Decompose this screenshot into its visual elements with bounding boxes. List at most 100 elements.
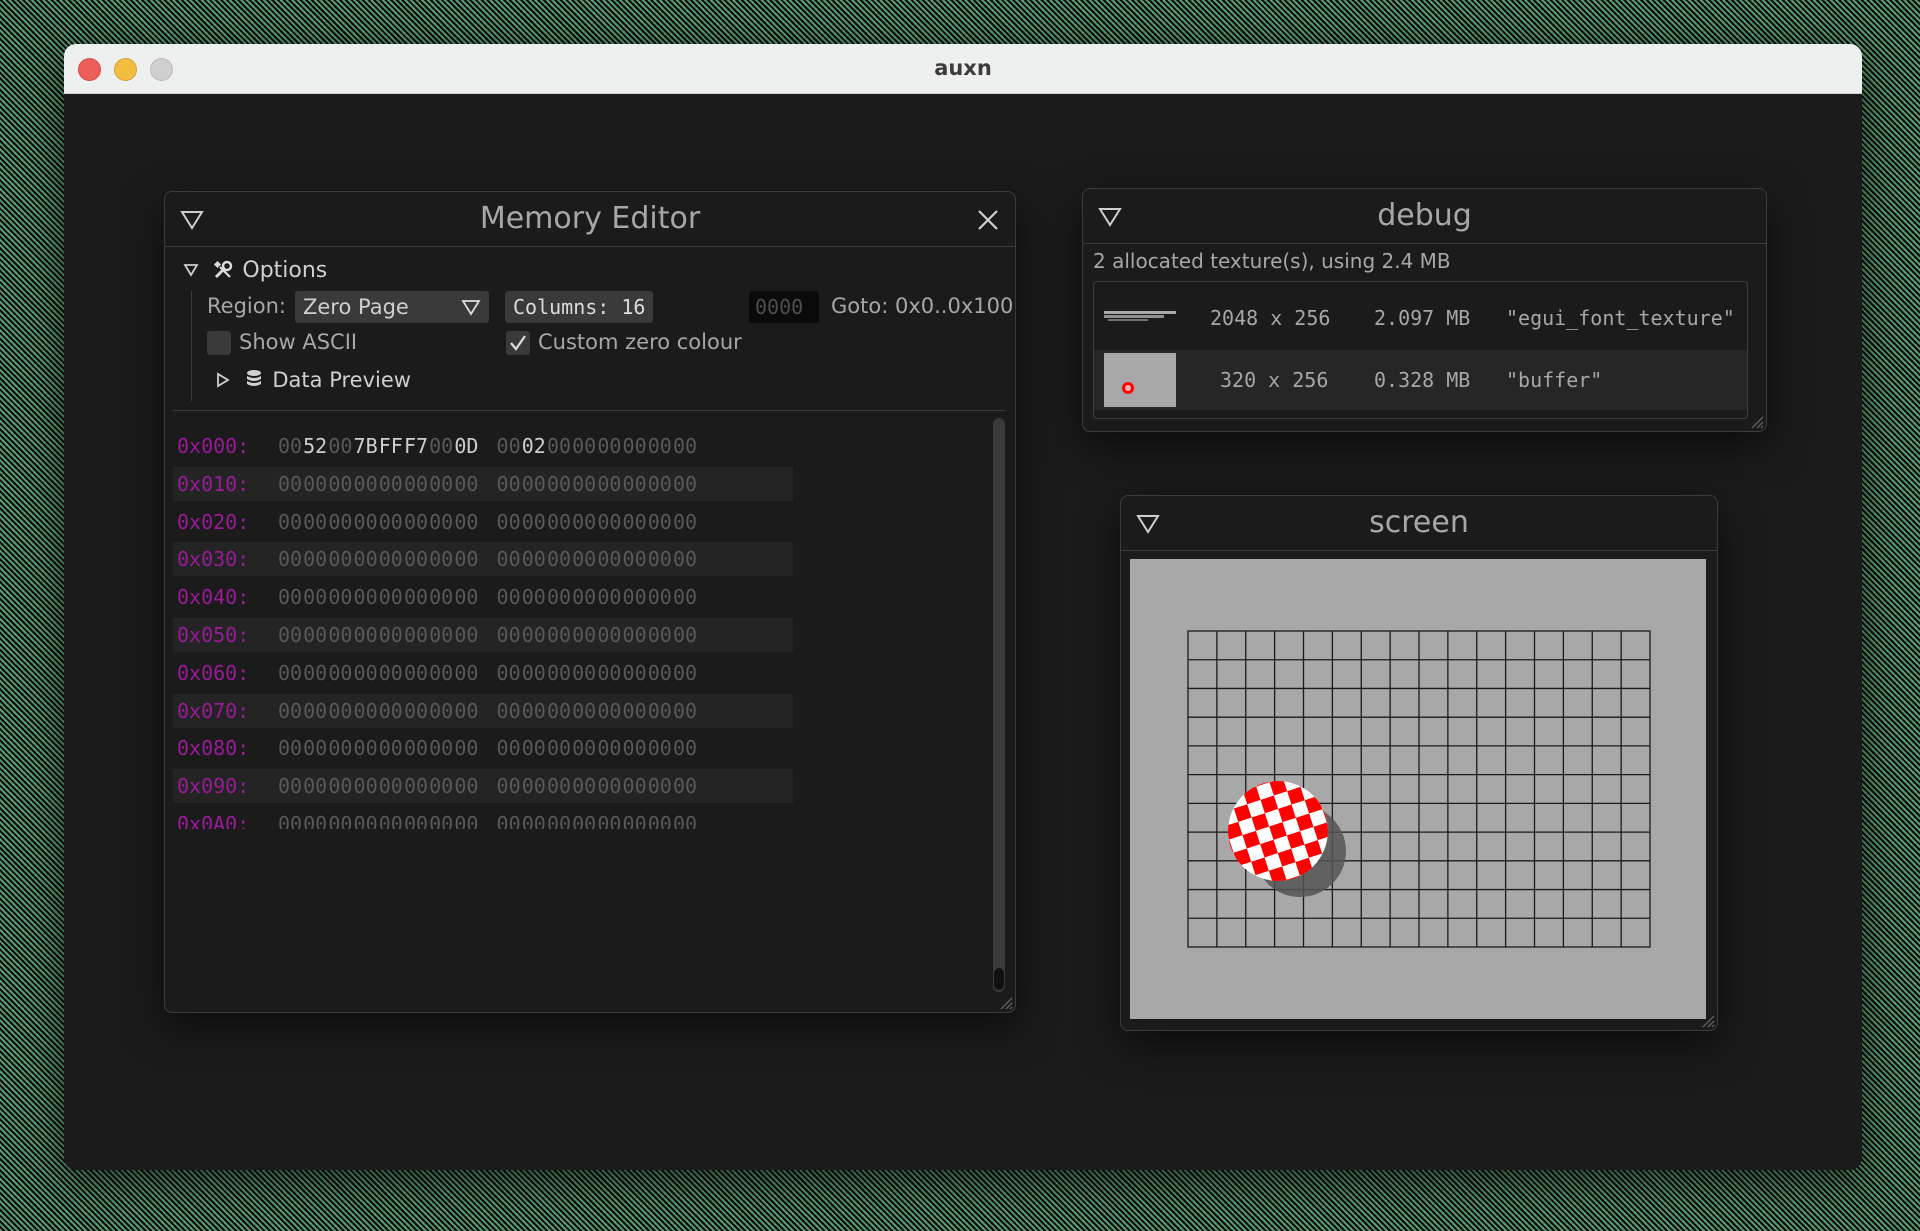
hex-byte[interactable]: 00: [672, 807, 698, 829]
hex-byte[interactable]: 00: [378, 694, 404, 728]
hex-byte[interactable]: 00: [302, 618, 328, 652]
hex-byte[interactable]: 00: [496, 505, 522, 539]
hex-scrollbar-thumb[interactable]: [994, 968, 1004, 990]
hex-byte[interactable]: 00: [521, 542, 547, 576]
options-collapsing-header[interactable]: Options: [183, 257, 327, 283]
hex-byte[interactable]: 00: [596, 694, 622, 728]
show-ascii-checkbox[interactable]: [207, 331, 231, 355]
hex-byte[interactable]: 00: [302, 807, 328, 829]
hex-byte[interactable]: 00: [596, 807, 622, 829]
hex-byte[interactable]: 00: [302, 656, 328, 690]
hex-byte[interactable]: 00: [496, 429, 522, 463]
hex-byte[interactable]: 00: [453, 505, 479, 539]
hex-byte[interactable]: 00: [672, 467, 698, 501]
hex-byte[interactable]: 00: [521, 656, 547, 690]
hex-byte[interactable]: 00: [403, 807, 429, 829]
hex-byte[interactable]: 00: [647, 542, 673, 576]
hex-byte[interactable]: 00: [622, 429, 648, 463]
hex-byte[interactable]: 00: [672, 429, 698, 463]
hex-byte[interactable]: 00: [596, 505, 622, 539]
hex-byte[interactable]: 00: [428, 429, 454, 463]
hex-byte[interactable]: 00: [647, 505, 673, 539]
hex-byte[interactable]: 00: [571, 731, 597, 765]
hex-byte[interactable]: 00: [353, 769, 379, 803]
hex-byte[interactable]: 00: [521, 694, 547, 728]
hex-byte[interactable]: 00: [672, 542, 698, 576]
hex-byte[interactable]: 00: [378, 542, 404, 576]
hex-scrollbar[interactable]: [993, 418, 1005, 992]
hex-byte[interactable]: 00: [546, 731, 572, 765]
debug-header[interactable]: debug: [1083, 189, 1766, 244]
hex-byte[interactable]: 0D: [453, 429, 479, 463]
hex-byte[interactable]: 00: [428, 731, 454, 765]
hex-byte[interactable]: 00: [546, 429, 572, 463]
hex-byte[interactable]: 00: [622, 769, 648, 803]
hex-byte[interactable]: 00: [622, 618, 648, 652]
hex-byte[interactable]: 00: [496, 618, 522, 652]
hex-byte[interactable]: 00: [647, 694, 673, 728]
hex-byte[interactable]: 00: [327, 467, 353, 501]
hex-byte[interactable]: 52: [302, 429, 328, 463]
hex-byte[interactable]: 00: [302, 467, 328, 501]
hex-byte[interactable]: 00: [672, 694, 698, 728]
hex-byte[interactable]: 00: [496, 807, 522, 829]
hex-byte[interactable]: 00: [353, 694, 379, 728]
hex-byte[interactable]: 00: [378, 467, 404, 501]
hex-byte[interactable]: 00: [647, 731, 673, 765]
emulator-screen[interactable]: [1130, 559, 1706, 1019]
hex-byte[interactable]: 00: [453, 467, 479, 501]
goto-address-input[interactable]: 0000: [749, 291, 819, 323]
hex-byte[interactable]: 00: [403, 618, 429, 652]
hex-byte[interactable]: 00: [327, 769, 353, 803]
hex-byte[interactable]: 00: [277, 807, 303, 829]
hex-byte[interactable]: 00: [428, 505, 454, 539]
hex-byte[interactable]: 00: [521, 505, 547, 539]
hex-byte[interactable]: 00: [453, 656, 479, 690]
region-combobox[interactable]: Zero Page: [295, 291, 489, 323]
hex-byte[interactable]: 00: [496, 467, 522, 501]
hex-byte[interactable]: 00: [302, 505, 328, 539]
hex-byte[interactable]: 00: [546, 542, 572, 576]
hex-byte[interactable]: 00: [647, 429, 673, 463]
resize-grip-icon[interactable]: [1699, 1012, 1715, 1028]
hex-byte[interactable]: 00: [546, 467, 572, 501]
hex-byte[interactable]: 00: [327, 807, 353, 829]
hex-byte[interactable]: 00: [327, 505, 353, 539]
hex-byte[interactable]: 00: [327, 656, 353, 690]
hex-byte[interactable]: 00: [596, 580, 622, 614]
hex-byte[interactable]: 00: [521, 618, 547, 652]
hex-byte[interactable]: 00: [378, 656, 404, 690]
hex-byte[interactable]: 00: [353, 467, 379, 501]
hex-byte[interactable]: 00: [546, 656, 572, 690]
hex-byte[interactable]: 00: [571, 467, 597, 501]
hex-byte[interactable]: 00: [453, 807, 479, 829]
hex-byte[interactable]: 00: [647, 769, 673, 803]
hex-byte[interactable]: 00: [403, 656, 429, 690]
columns-button[interactable]: Columns: 16: [505, 291, 654, 323]
hex-byte[interactable]: 00: [622, 505, 648, 539]
hex-byte[interactable]: 00: [277, 618, 303, 652]
hex-byte[interactable]: 00: [571, 580, 597, 614]
hex-byte[interactable]: 00: [277, 694, 303, 728]
resize-grip-icon[interactable]: [997, 994, 1013, 1010]
hex-byte[interactable]: 00: [277, 731, 303, 765]
hex-byte[interactable]: 00: [571, 807, 597, 829]
hex-byte[interactable]: 00: [546, 580, 572, 614]
hex-byte[interactable]: 00: [571, 656, 597, 690]
hex-byte[interactable]: 00: [647, 807, 673, 829]
hex-byte[interactable]: 00: [353, 580, 379, 614]
hex-byte[interactable]: 00: [353, 656, 379, 690]
hex-byte[interactable]: 00: [546, 807, 572, 829]
hex-byte[interactable]: 00: [596, 429, 622, 463]
hex-byte[interactable]: 00: [327, 618, 353, 652]
hex-byte[interactable]: 00: [353, 731, 379, 765]
hex-byte[interactable]: 00: [378, 731, 404, 765]
hex-byte[interactable]: 00: [647, 467, 673, 501]
hex-byte[interactable]: 00: [546, 505, 572, 539]
hex-byte[interactable]: 00: [672, 731, 698, 765]
hex-byte[interactable]: 00: [378, 618, 404, 652]
hex-byte[interactable]: 00: [596, 618, 622, 652]
hex-byte[interactable]: 00: [546, 769, 572, 803]
hex-byte[interactable]: 00: [622, 467, 648, 501]
hex-byte[interactable]: 00: [496, 542, 522, 576]
